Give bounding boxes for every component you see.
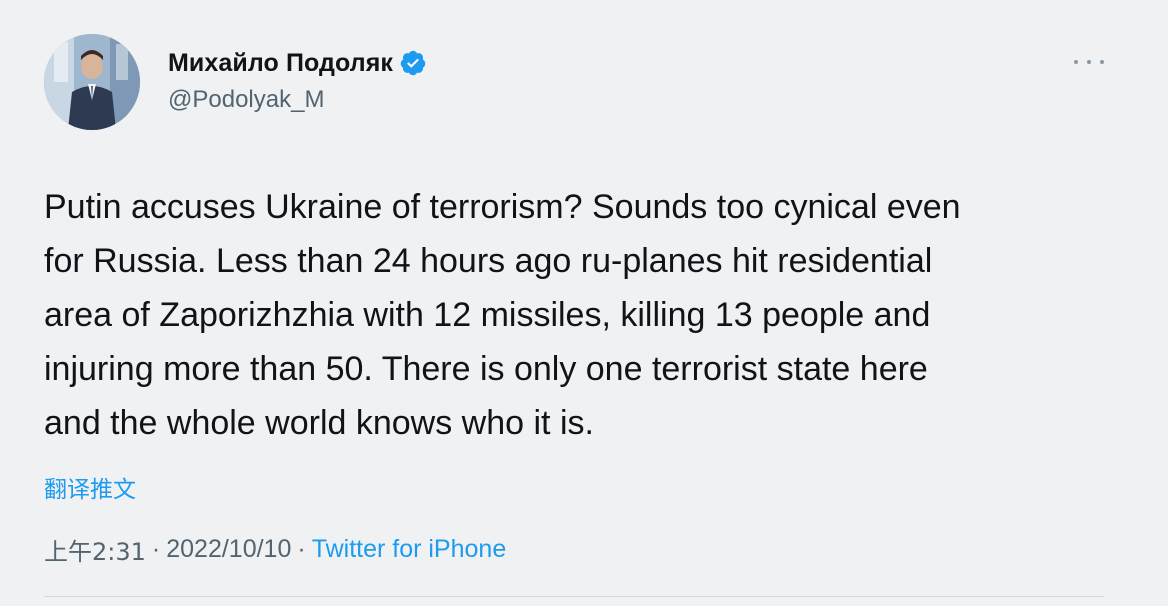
tweet-date[interactable]: 2022/10/10 xyxy=(166,535,291,564)
author-block: Михайло Подоляк @Podolyak_M xyxy=(168,44,427,114)
more-dot xyxy=(1087,60,1091,64)
more-dot xyxy=(1100,60,1104,64)
tweet-card: Михайло Подоляк @Podolyak_M Putin accuse… xyxy=(0,0,1168,606)
name-row: Михайло Подоляк xyxy=(168,44,427,82)
tweet-text: Putin accuses Ukraine of terrorism? Soun… xyxy=(44,188,961,442)
author-handle[interactable]: @Podolyak_M xyxy=(168,86,427,114)
meta-separator: · xyxy=(297,535,306,563)
tweet-source-link[interactable]: Twitter for iPhone xyxy=(312,535,507,564)
more-options-icon[interactable] xyxy=(1074,50,1104,74)
tweet-time[interactable]: 上午2:31 xyxy=(44,532,146,567)
display-name[interactable]: Михайло Подоляк xyxy=(168,49,393,78)
divider xyxy=(44,596,1104,597)
verified-badge-icon xyxy=(399,49,427,77)
more-dot xyxy=(1074,60,1078,64)
tweet-meta: 上午2:31 · 2022/10/10 · Twitter for iPhone xyxy=(44,532,506,567)
avatar-photo xyxy=(44,34,140,130)
avatar[interactable] xyxy=(44,34,140,130)
meta-separator: · xyxy=(151,535,161,563)
translate-tweet-link[interactable]: 翻译推文 xyxy=(44,470,136,504)
